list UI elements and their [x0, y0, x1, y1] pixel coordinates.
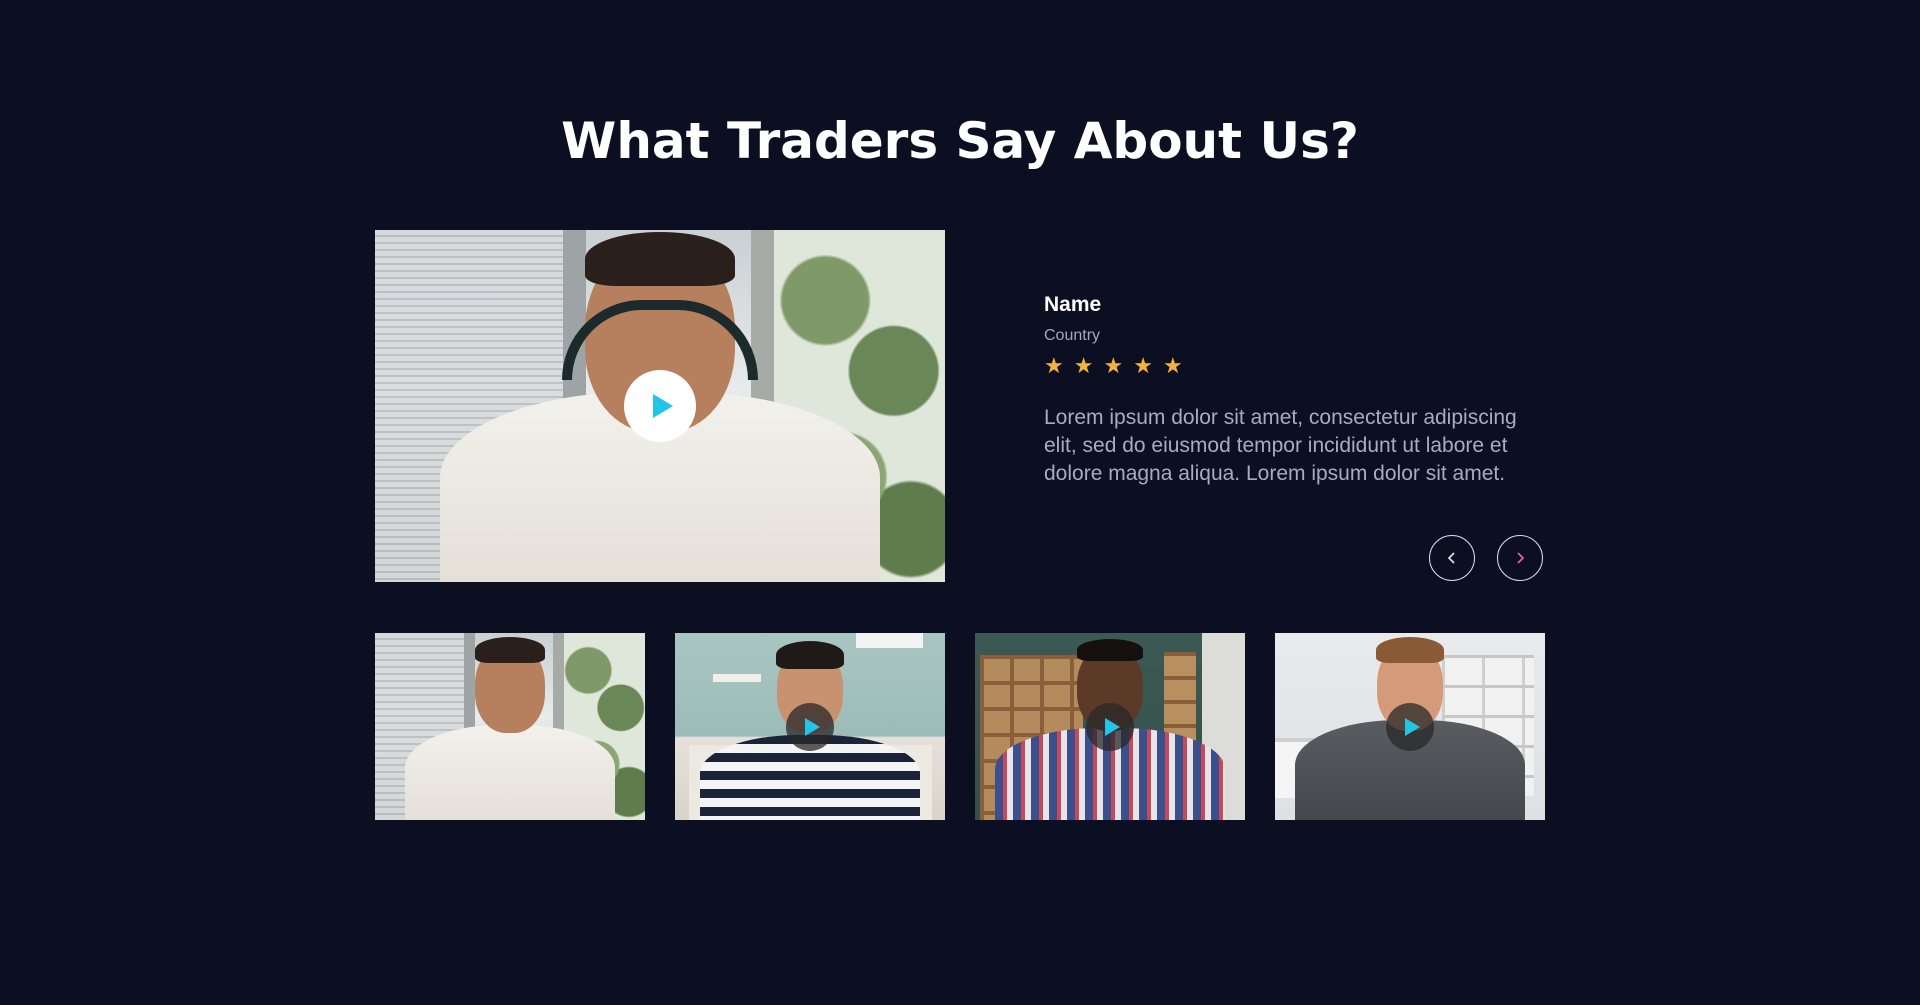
star-icon: ★	[1044, 354, 1064, 379]
play-icon	[1404, 717, 1420, 736]
star-icon: ★	[1162, 354, 1183, 379]
video-thumbnail-2[interactable]	[675, 633, 945, 820]
testimonial-quote: Lorem ipsum dolor sit amet, consectetur …	[1044, 406, 1517, 485]
previous-button[interactable]	[1429, 535, 1475, 581]
thumbnail-play-button[interactable]	[786, 702, 834, 751]
chevron-left-icon	[1447, 552, 1455, 564]
section-title: What Traders Say About Us?	[561, 112, 1359, 170]
thumbnail-image	[375, 633, 645, 820]
star-icon: ★	[1133, 354, 1153, 379]
testimonial-country: Country	[1044, 327, 1101, 344]
play-icon	[653, 394, 673, 418]
video-thumbnail-4[interactable]	[1275, 633, 1545, 820]
video-thumbnail-1[interactable]	[375, 633, 645, 820]
next-button[interactable]	[1497, 535, 1543, 581]
play-icon	[1104, 717, 1120, 736]
testimonial-details: Name Country ★ ★ ★ ★ ★ Lorem ipsum dolor…	[1044, 292, 1549, 509]
thumbnail-play-button[interactable]	[1386, 702, 1434, 751]
featured-video[interactable]	[375, 230, 945, 582]
star-icon: ★	[1073, 354, 1094, 379]
star-rating: ★ ★ ★ ★ ★	[1044, 356, 1549, 378]
chevron-right-icon	[1517, 552, 1525, 564]
testimonial-name: Name	[1044, 293, 1102, 316]
video-thumbnail-3[interactable]	[975, 633, 1245, 820]
star-icon: ★	[1103, 354, 1124, 379]
play-icon	[804, 717, 820, 736]
featured-play-button[interactable]	[624, 370, 696, 442]
thumbnail-play-button[interactable]	[1086, 702, 1134, 751]
